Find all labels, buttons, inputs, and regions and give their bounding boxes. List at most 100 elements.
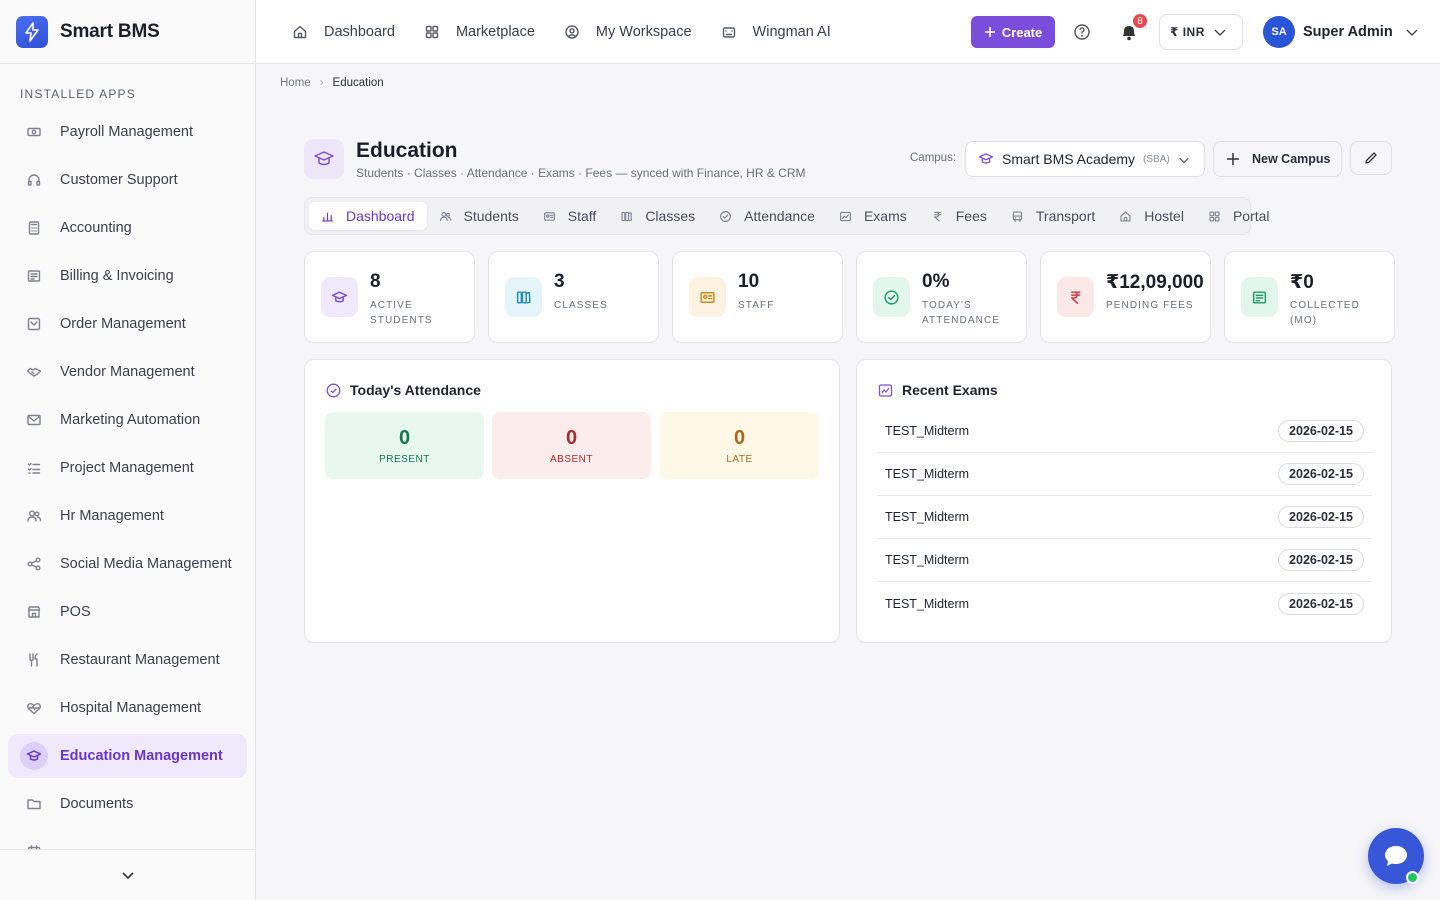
tab-exams[interactable]: Exams (827, 202, 919, 230)
sidebar-item-label: Documents (60, 796, 134, 812)
graduation-cap-icon (20, 742, 48, 770)
sidebar-item-customer-support[interactable]: Customer Support (8, 158, 247, 202)
rupee-icon (1057, 277, 1094, 317)
currency-symbol: ₹ (1170, 25, 1179, 39)
folder-icon (20, 790, 48, 818)
topnav-label: My Workspace (595, 23, 692, 40)
installed-apps-title: INSTALLED APPS (20, 87, 136, 101)
chevron-down-icon (1179, 157, 1189, 164)
chevron-down-icon (1406, 29, 1418, 36)
present-value: 0 (398, 427, 411, 449)
stat-card-staff: 10 Staff (672, 251, 843, 343)
sidebar-item-accounting[interactable]: Accounting (8, 206, 247, 250)
create-button[interactable]: Create (971, 16, 1055, 48)
recent-exams-title-text: Recent Exams (902, 382, 998, 398)
exam-row[interactable]: TEST_Midterm 2026-02-15 (877, 453, 1372, 496)
topnav-marketplace[interactable]: Marketplace (424, 24, 535, 40)
create-label: Create (1001, 24, 1043, 40)
chat-button[interactable] (1368, 828, 1424, 884)
exam-row[interactable]: TEST_Midterm 2026-02-15 (877, 410, 1372, 453)
tab-staff[interactable]: Staff (531, 202, 609, 230)
graduation-cap-icon (304, 139, 344, 179)
tab-students[interactable]: Students (427, 202, 531, 230)
stat-label: Today's Attendance (922, 300, 1001, 326)
topnav-wingman-ai[interactable]: Wingman AI (721, 24, 831, 40)
exam-row[interactable]: TEST_Midterm 2026-02-15 (877, 539, 1372, 582)
topnav-dashboard[interactable]: Dashboard (292, 24, 395, 40)
graduation-cap-icon (321, 277, 358, 317)
tab-portal[interactable]: Portal (1196, 202, 1282, 230)
tab-dashboard[interactable]: Dashboard (309, 202, 427, 230)
stats-row: 8 Active Students 3 Classes 10 Staff 0% Today's… (304, 251, 1395, 343)
sidebar-item-education-management[interactable]: Education Management (8, 734, 247, 778)
notification-badge: 8 (1131, 12, 1149, 30)
topnav-label: Wingman AI (752, 23, 831, 40)
exam-date-badge: 2026-02-15 (1278, 506, 1364, 528)
top-nav: Dashboard Marketplace My Workspace Wingman … (292, 24, 860, 40)
bar-chart-icon (321, 210, 340, 223)
sidebar-item-hr-management[interactable]: Hr Management (8, 494, 247, 538)
calendar-icon (20, 838, 48, 849)
heartbeat-icon (20, 694, 48, 722)
tab-transport[interactable]: Transport (999, 202, 1107, 230)
stat-label: Collected (MO) (1290, 300, 1360, 326)
sidebar: Smart BMS INSTALLED APPS Payroll Managem… (0, 0, 256, 900)
sidebar-item-marketing-automation[interactable]: Marketing Automation (8, 398, 247, 442)
exam-date-badge: 2026-02-15 (1278, 592, 1364, 615)
topnav-my-workspace[interactable]: My Workspace (564, 24, 692, 40)
recent-exams-panel: Recent Exams TEST_Midterm 2026-02-15 TEST_… (856, 359, 1392, 643)
breadcrumb-home[interactable]: Home (280, 77, 311, 89)
avatar: SA (1263, 16, 1295, 48)
sidebar-item-label: Accounting (60, 220, 132, 236)
sidebar-item-project-management[interactable]: Project Management (8, 446, 247, 490)
sidebar-item-payroll-management[interactable]: Payroll Management (8, 110, 247, 154)
stat-label: Classes (554, 300, 608, 311)
stat-value: 3 (554, 271, 565, 292)
sidebar-item-billing-invoicing[interactable]: Billing & Invoicing (8, 254, 247, 298)
new-campus-button[interactable]: New Campus (1213, 141, 1342, 177)
sidebar-item-label: Billing & Invoicing (60, 268, 174, 284)
stat-label: Staff (738, 300, 775, 311)
tab-label: Portal (1232, 208, 1270, 224)
sidebar-item-more[interactable] (8, 830, 247, 849)
tab-attendance[interactable]: Attendance (707, 202, 827, 230)
checklist-icon (20, 454, 48, 482)
stat-value: ₹12,09,000 (1106, 272, 1204, 293)
tab-classes[interactable]: Classes (608, 202, 707, 230)
stat-label: Pending Fees (1106, 300, 1194, 311)
utensils-icon (20, 646, 48, 674)
sidebar-item-pos[interactable]: POS (8, 590, 247, 634)
help-icon[interactable] (1073, 23, 1091, 46)
order-icon (20, 310, 48, 338)
tab-fees[interactable]: Fees (919, 202, 999, 230)
sidebar-item-documents[interactable]: Documents (8, 782, 247, 826)
users-icon (20, 502, 48, 530)
exam-name: TEST_Midterm (885, 553, 970, 567)
tab-hostel[interactable]: Hostel (1107, 202, 1196, 230)
chat-bubble-icon (1385, 846, 1407, 866)
plus-icon (984, 27, 995, 37)
sidebar-item-social-media-management[interactable]: Social Media Management (8, 542, 247, 586)
stat-value: 10 (738, 271, 760, 292)
tab-label: Students (463, 208, 519, 224)
sidebar-item-label: Project Management (60, 460, 194, 476)
edit-button[interactable] (1350, 141, 1392, 175)
campus-label: Campus: (910, 152, 957, 164)
tab-label: Attendance (744, 208, 815, 224)
sidebar-scroll-down[interactable] (0, 849, 255, 900)
sidebar-item-order-management[interactable]: Order Management (8, 302, 247, 346)
exam-name: TEST_Midterm (885, 467, 970, 481)
campus-select[interactable]: Smart BMS Academy (SBA) (965, 141, 1205, 177)
currency-select[interactable]: ₹ INR (1159, 14, 1243, 50)
sidebar-item-vendor-management[interactable]: Vendor Management (8, 350, 247, 394)
brand[interactable]: Smart BMS (0, 0, 255, 64)
tab-label: Hostel (1144, 208, 1184, 224)
exam-row[interactable]: TEST_Midterm 2026-02-15 (877, 582, 1372, 625)
stat-card-today-s-attendance: 0% Today's Attendance (856, 251, 1027, 343)
user-menu[interactable]: SA Super Admin (1263, 16, 1419, 48)
absent-value: 0 (565, 427, 578, 449)
sidebar-item-restaurant-management[interactable]: Restaurant Management (8, 638, 247, 682)
exam-row[interactable]: TEST_Midterm 2026-02-15 (877, 496, 1372, 539)
sidebar-item-hospital-management[interactable]: Hospital Management (8, 686, 247, 730)
stat-card-pending-fees: ₹12,09,000 Pending Fees (1040, 251, 1211, 343)
